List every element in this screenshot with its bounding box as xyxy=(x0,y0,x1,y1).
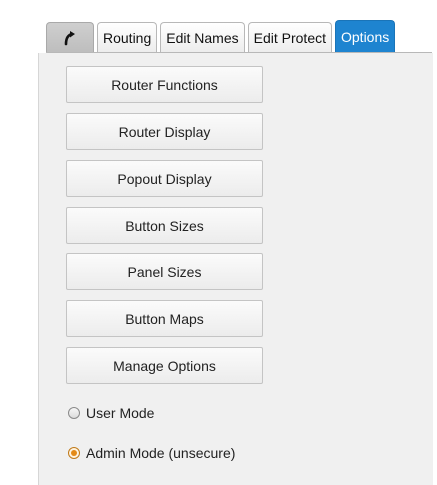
options-panel: Router Functions Router Display Popout D… xyxy=(38,53,433,485)
button-sizes-button[interactable]: Button Sizes xyxy=(66,207,263,244)
user-mode-label: User Mode xyxy=(86,405,155,421)
popout-display-button[interactable]: Popout Display xyxy=(66,160,263,197)
tab-edit-protect[interactable]: Edit Protect xyxy=(247,22,332,53)
admin-mode-option[interactable]: Admin Mode (unsecure) xyxy=(68,443,235,463)
user-mode-radio[interactable] xyxy=(68,407,80,419)
panel-sizes-button[interactable]: Panel Sizes xyxy=(66,253,263,290)
router-functions-button[interactable]: Router Functions xyxy=(66,66,263,103)
admin-mode-radio[interactable] xyxy=(68,447,80,459)
tab-routing[interactable]: Routing xyxy=(97,22,158,53)
tab-back[interactable] xyxy=(46,22,94,53)
user-mode-option[interactable]: User Mode xyxy=(68,403,154,423)
manage-options-button[interactable]: Manage Options xyxy=(66,347,263,384)
options-window: Routing Edit Names Edit Protect Options … xyxy=(0,0,437,485)
tab-options[interactable]: Options xyxy=(335,20,396,53)
button-maps-button[interactable]: Button Maps xyxy=(66,300,263,337)
tab-bar: Routing Edit Names Edit Protect Options xyxy=(46,20,398,53)
tab-edit-names[interactable]: Edit Names xyxy=(160,22,245,53)
router-display-button[interactable]: Router Display xyxy=(66,113,263,150)
admin-mode-label: Admin Mode (unsecure) xyxy=(86,445,236,461)
curved-arrow-icon xyxy=(64,31,75,46)
